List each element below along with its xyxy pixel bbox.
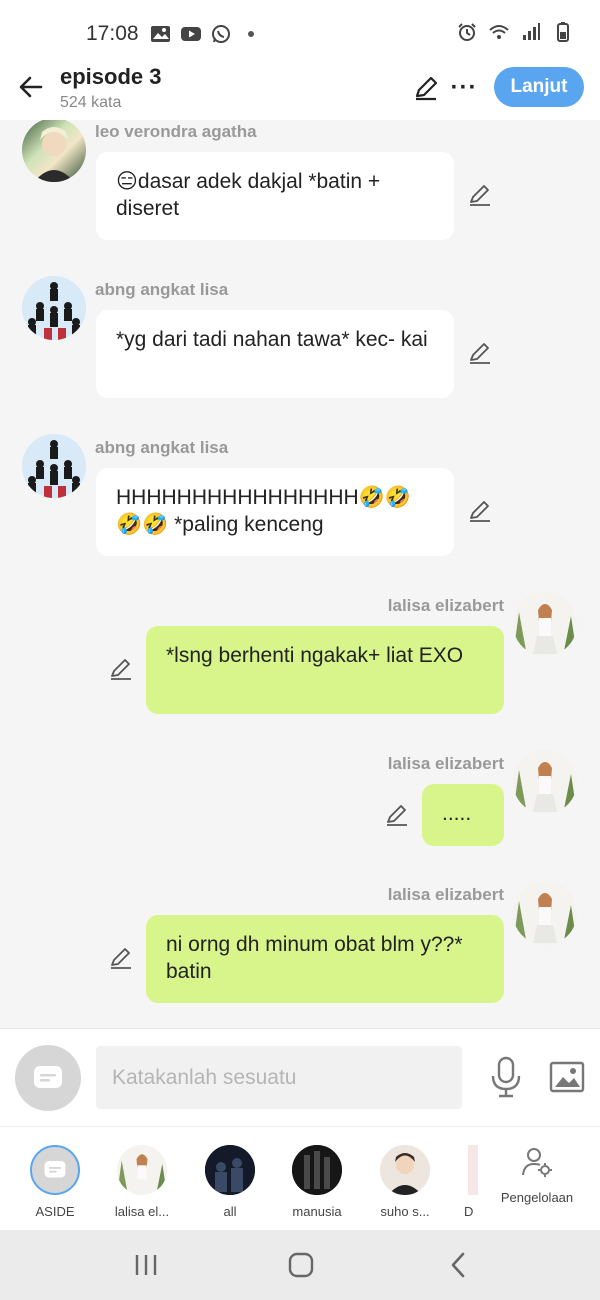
character-suho[interactable]: suho s... [365,1145,445,1219]
person-photo-icon [513,750,577,814]
character-label: ASIDE [35,1204,75,1219]
home-icon [288,1252,314,1278]
character-d[interactable]: D [440,1145,480,1219]
message-bubble[interactable]: ni orng dh minum obat blm y??* batin [146,915,504,1003]
wifi-icon [489,25,509,39]
person-photo-icon [380,1145,430,1195]
sender-name: abng angkat lisa [95,438,229,457]
back-button[interactable] [14,70,48,104]
avatar [117,1145,167,1195]
pencil-icon [415,76,438,101]
character-label: lalisa el... [114,1204,170,1219]
avatar[interactable] [22,120,86,182]
signal-icon [523,23,540,40]
group-photo-icon [205,1145,255,1195]
next-button[interactable]: Lanjut [494,67,584,107]
system-icons [456,22,574,42]
person-photo-icon [513,881,577,945]
avatar[interactable] [513,750,577,814]
group-photo-icon [292,1145,342,1195]
manage-button[interactable]: Pengelolaan [494,1145,580,1205]
page-title: episode 3 [60,64,162,89]
youtube-icon [181,27,201,41]
aside-toggle-button[interactable] [15,1045,81,1111]
avatar[interactable] [513,881,577,945]
system-nav-bar [0,1230,600,1300]
home-button[interactable] [281,1248,321,1282]
character-aside[interactable]: ASIDE [15,1145,95,1219]
dot-icon [248,31,254,37]
user-settings-icon [522,1148,552,1177]
more-options-button[interactable]: ··· [448,72,480,104]
avatar [30,1145,80,1195]
status-time: 17:08 [86,22,139,45]
battery-icon [557,22,569,42]
avatar[interactable] [22,276,86,340]
pencil-icon[interactable] [108,656,134,682]
character-label: D [464,1204,474,1219]
group-photo-icon [22,434,86,498]
avatar [205,1145,255,1195]
manage-label: Pengelolaan [500,1190,574,1205]
recents-icon [135,1255,157,1275]
pencil-icon[interactable] [467,182,493,208]
message-input[interactable] [96,1046,462,1109]
chat-bubble-icon [44,1161,66,1178]
alarm-icon [458,23,476,41]
pencil-icon[interactable] [467,498,493,524]
pencil-icon[interactable] [467,340,493,366]
sender-name: lalisa elizabert [387,754,504,773]
message-bubble[interactable]: *yg dari tadi nahan tawa* kec- kai [96,310,454,398]
person-photo-icon [513,592,577,656]
chat-bubble-icon [34,1066,62,1088]
sender-name: lalisa elizabert [387,885,504,904]
header: episode 3 524 kata ··· Lanjut [0,62,600,120]
avatar [468,1145,478,1195]
message-bubble[interactable]: *lsng berhenti ngakak+ liat EXO [146,626,504,714]
message-bubble[interactable]: HHHHHHHHHHHHHHHH🤣🤣🤣🤣 *paling kenceng [96,468,454,556]
chat-area[interactable]: leo verondra agatha 😑dasar adek dakjal *… [0,120,600,1028]
gallery-icon [151,26,170,42]
character-manusia[interactable]: manusia [277,1145,357,1219]
character-bar: ASIDE lalisa el... all manusia suho s...… [0,1126,600,1230]
microphone-icon[interactable] [488,1055,524,1099]
avatar[interactable] [22,434,86,498]
image-icon[interactable] [548,1059,586,1095]
avatar[interactable] [513,592,577,656]
recents-button[interactable] [126,1248,166,1282]
message-bubble[interactable]: 😑dasar adek dakjal *batin + diseret [96,152,454,240]
character-all[interactable]: all [190,1145,270,1219]
input-bar [0,1028,600,1126]
avatar [292,1145,342,1195]
avatar [380,1145,430,1195]
group-photo-icon [22,276,86,340]
message-bubble[interactable]: ..... [422,784,504,846]
person-photo-icon [34,127,74,182]
arrow-left-icon [19,76,43,98]
pencil-icon[interactable] [384,802,410,828]
edit-title-button[interactable] [410,72,442,104]
back-nav-button[interactable] [438,1248,478,1282]
whatsapp-icon [212,25,230,43]
person-photo-icon [117,1145,167,1195]
sender-name: leo verondra agatha [95,122,257,141]
sender-name: abng angkat lisa [95,280,229,299]
character-label: all [223,1204,237,1219]
character-label: manusia [292,1204,342,1219]
character-label: suho s... [380,1204,430,1219]
status-bar: 17:08 [0,0,600,62]
sender-name: lalisa elizabert [387,596,504,615]
chevron-left-icon [451,1252,465,1278]
word-count: 524 kata [60,94,122,111]
character-lalisa[interactable]: lalisa el... [102,1145,182,1219]
notification-icons [150,24,262,44]
pencil-icon[interactable] [108,945,134,971]
